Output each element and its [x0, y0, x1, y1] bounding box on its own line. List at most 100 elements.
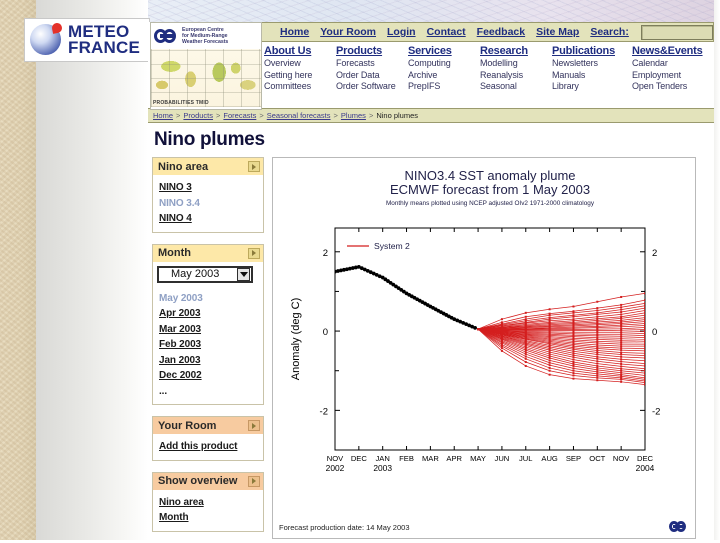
menu-item-order-data[interactable]: Order Data: [336, 70, 408, 82]
ensemble-member-point: [644, 311, 645, 314]
ensemble-member-point: [644, 336, 645, 339]
menu-heading-news-events[interactable]: News&Events: [632, 45, 712, 57]
ensemble-member-point: [524, 349, 527, 352]
sidebar-link-nino-3-4[interactable]: NINO 3.4: [159, 196, 263, 212]
ensemble-member-point: [620, 331, 623, 334]
decorative-gradient-stripe: [36, 0, 148, 540]
panel-header-show-overview: Show overview: [153, 472, 263, 490]
menu-item-employment[interactable]: Employment: [632, 70, 712, 82]
panel-header-your-room: Your Room: [153, 417, 263, 434]
ensemble-member-point: [596, 315, 599, 318]
menu-item-computing[interactable]: Computing: [408, 58, 480, 70]
breadcrumb-link-home[interactable]: Home: [153, 111, 173, 120]
month-select-value: May 2003: [171, 268, 220, 280]
breadcrumb-link-products[interactable]: Products: [183, 111, 213, 120]
ensemble-member-point: [620, 349, 623, 352]
slide-canvas: METEO FRANCE European Centre for Medium-…: [0, 0, 720, 540]
menu-item-archive[interactable]: Archive: [408, 70, 480, 82]
ensemble-member-point: [572, 358, 575, 361]
ensemble-member-point: [620, 333, 623, 336]
menu-heading-products[interactable]: Products: [336, 45, 408, 57]
ensemble-member-point: [596, 309, 599, 312]
menu-item-reanalysis[interactable]: Reanalysis: [480, 70, 552, 82]
topbar-link-feedback[interactable]: Feedback: [477, 26, 525, 38]
panel-expand-arrow-icon[interactable]: [248, 420, 260, 431]
sidebar-link-mar-2003[interactable]: Mar 2003: [159, 322, 263, 338]
panel-expand-arrow-icon[interactable]: [248, 247, 260, 259]
top-navigation-bar: Home Your Room Login Contact Feedback Site Ma…: [262, 22, 714, 42]
menu-item-calendar[interactable]: Calendar: [632, 58, 712, 70]
menu-item-forecasts[interactable]: Forecasts: [336, 58, 408, 70]
ensemble-member-point: [596, 370, 599, 373]
menu-item-newsletters[interactable]: Newsletters: [552, 58, 632, 70]
sidebar-link-nino-area[interactable]: Nino area: [159, 495, 263, 511]
sidebar-link-nino-4[interactable]: NINO 4: [159, 211, 263, 227]
topbar-link-site-map[interactable]: Site Map: [536, 26, 579, 38]
ensemble-member-point: [620, 345, 623, 348]
decorative-sand-stripe: [0, 0, 36, 540]
breadcrumb-link-seasonal-forecasts[interactable]: Seasonal forecasts: [267, 111, 331, 120]
sidebar-link-dec-2002[interactable]: Dec 2002: [159, 368, 263, 384]
menu-heading-research[interactable]: Research: [480, 45, 552, 57]
ensemble-member-point: [524, 355, 527, 358]
panel-list-show-overview: Nino area Month: [153, 490, 263, 531]
menu-item-seasonal[interactable]: Seasonal: [480, 81, 552, 93]
ensemble-member-point: [548, 353, 551, 356]
ensemble-member-point: [644, 364, 645, 367]
x-tick-label-apr: APR: [446, 454, 462, 463]
panel-expand-arrow-icon[interactable]: [248, 475, 260, 487]
ensemble-member-point: [644, 357, 645, 360]
menu-item-getting-here[interactable]: Getting here: [264, 70, 336, 82]
search-input[interactable]: [640, 24, 713, 40]
menu-item-library[interactable]: Library: [552, 81, 632, 93]
chevron-down-icon[interactable]: [237, 267, 250, 281]
x-tick-label-dec: DEC: [637, 454, 654, 463]
ensemble-member-point: [572, 356, 575, 359]
forecast-production-date: Forecast production date: 14 May 2003: [279, 523, 410, 532]
ensemble-member-point: [644, 328, 645, 331]
ensemble-member-point: [500, 345, 503, 348]
breadcrumb-link-forecasts[interactable]: Forecasts: [223, 111, 256, 120]
sidebar-link-add-this-product[interactable]: Add this product: [159, 439, 263, 455]
ecmwf-logo-icon: [154, 28, 180, 44]
menu-heading-about-us[interactable]: About Us: [264, 45, 336, 57]
ensemble-member-point: [500, 318, 503, 321]
menu-item-committees[interactable]: Committees: [264, 81, 336, 93]
sidebar-link-month[interactable]: Month: [159, 510, 263, 526]
sidebar-link-apr-2003[interactable]: Apr 2003: [159, 306, 263, 322]
menu-item-modelling[interactable]: Modelling: [480, 58, 552, 70]
menu-item-open-tenders[interactable]: Open Tenders: [632, 81, 712, 93]
sidebar-link-jan-2003[interactable]: Jan 2003: [159, 353, 263, 369]
menu-item-prepifs[interactable]: PrepIFS: [408, 81, 480, 93]
topbar-link-login[interactable]: Login: [387, 26, 416, 38]
ensemble-member-point: [620, 378, 623, 381]
ensemble-member-point: [548, 366, 551, 369]
sidebar-panel-show-overview: Show overview Nino area Month: [152, 471, 264, 532]
month-select[interactable]: May 2003: [157, 265, 253, 283]
ensemble-member-point: [620, 308, 623, 311]
site-header: European Centre for Medium-Range Weather…: [148, 22, 714, 110]
x-tick-label-jul: JUL: [519, 454, 533, 463]
sidebar-link-nino-3[interactable]: NINO 3: [159, 180, 263, 196]
y-tick-label: 2: [652, 248, 657, 259]
x-tick-label-may: MAY: [470, 454, 486, 463]
sidebar-link-may-2003[interactable]: May 2003: [159, 291, 263, 307]
ensemble-member-point: [548, 355, 551, 358]
menu-item-manuals[interactable]: Manuals: [552, 70, 632, 82]
panel-expand-arrow-icon[interactable]: [248, 161, 260, 172]
search-label[interactable]: Search:: [590, 26, 629, 38]
ensemble-member-point: [596, 357, 599, 360]
sidebar-link-feb-2003[interactable]: Feb 2003: [159, 337, 263, 353]
menu-item-order-software[interactable]: Order Software: [336, 81, 408, 93]
breadcrumb-link-plumes[interactable]: Plumes: [341, 111, 366, 120]
decorative-top-band: [148, 0, 720, 22]
menu-heading-services[interactable]: Services: [408, 45, 480, 57]
breadcrumb-separator: >: [216, 111, 221, 120]
menu-item-overview[interactable]: Overview: [264, 58, 336, 70]
topbar-link-contact[interactable]: Contact: [427, 26, 466, 38]
observed-point: [473, 325, 477, 330]
sidebar-link-[interactable]: ...: [159, 384, 263, 400]
menu-heading-publications[interactable]: Publications: [552, 45, 632, 57]
topbar-link-home[interactable]: Home: [280, 26, 309, 38]
topbar-link-your-room[interactable]: Your Room: [320, 26, 376, 38]
